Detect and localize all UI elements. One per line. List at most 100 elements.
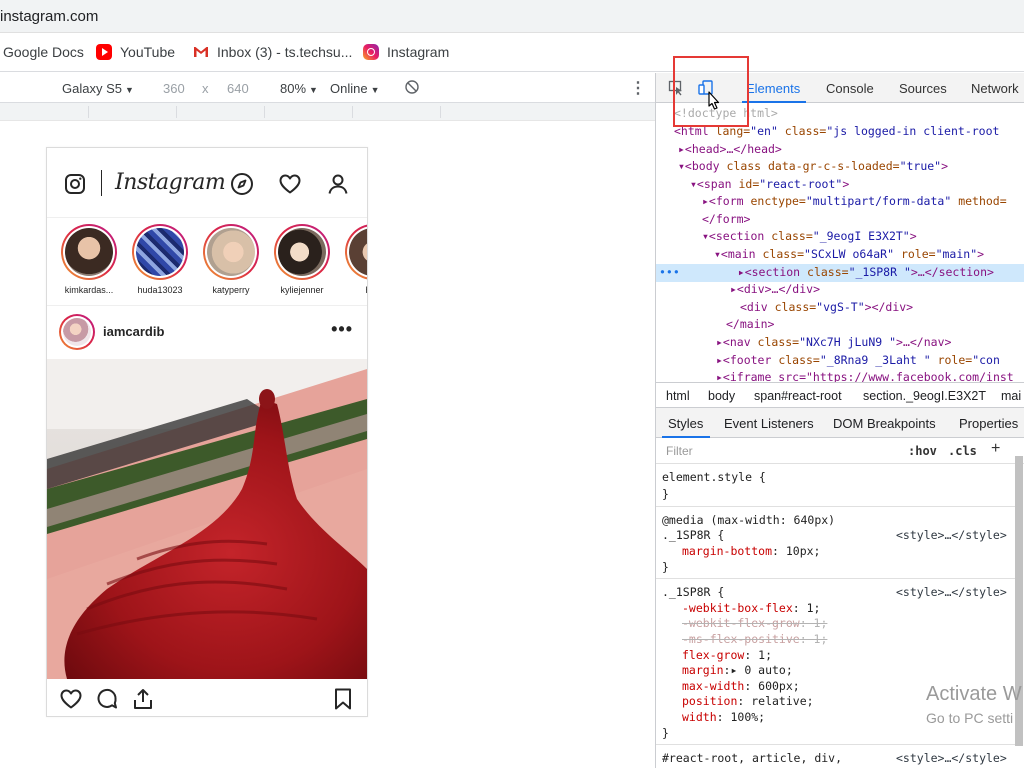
rule-selector[interactable]: #react-root, article, div, <box>662 751 842 767</box>
story-item[interactable]: hud <box>341 224 367 295</box>
css-declaration[interactable]: max-width: 600px; <box>682 679 800 695</box>
new-style-rule-button[interactable]: + <box>991 440 1000 458</box>
node-actions-icon: ••• <box>659 265 680 279</box>
hov-toggle[interactable]: :hov <box>908 444 937 458</box>
activate-windows-watermark: Activate W Go to PC setti <box>926 683 1022 726</box>
story-item[interactable]: katyperry <box>199 224 263 295</box>
dom-node[interactable]: ▾<span id="react-root"> <box>690 176 849 194</box>
dom-node[interactable]: ▾<body class data-gr-c-s-loaded="true"> <box>678 158 948 176</box>
rule-selector[interactable]: ._1SP8R { <box>662 585 724 601</box>
dom-node[interactable]: ▸<head>…</head> <box>678 141 782 159</box>
styles-tabbar: Styles Event Listeners DOM Breakpoints P… <box>656 408 1024 438</box>
device-width[interactable]: 360 <box>163 81 185 96</box>
instagram-icon <box>363 44 379 60</box>
stories-tray[interactable]: kimkardas... huda13023 katyperry kylieje… <box>47 218 367 306</box>
breadcrumb-item[interactable]: body <box>708 389 735 403</box>
dom-node-selected[interactable]: ••• ▸<section class="_1SP8R ">…</section> <box>656 264 1024 282</box>
css-declaration-overridden[interactable]: -webkit-flex-grow: 1; <box>682 616 827 632</box>
rule-selector[interactable]: ._1SP8R { <box>662 528 724 544</box>
dom-node[interactable]: ▸<footer class="_8Rna9 _3Laht " role="co… <box>716 352 1000 370</box>
bookmark-instagram[interactable]: Instagram <box>363 44 449 60</box>
network-value: Online <box>330 81 368 96</box>
dom-node[interactable]: </form> <box>702 211 750 229</box>
dom-node[interactable]: <div class="vgS-T"></div> <box>740 299 913 317</box>
post-username[interactable]: iamcardib <box>103 324 164 339</box>
bookmark-google-docs[interactable]: Google Docs <box>3 44 84 60</box>
rule-source-link[interactable]: <style>…</style> <box>896 528 1007 544</box>
css-declaration-overridden[interactable]: -ms-flex-positive: 1; <box>682 632 827 648</box>
story-item[interactable]: kyliejenner <box>270 224 334 295</box>
css-declaration[interactable]: flex-grow: 1; <box>682 648 772 664</box>
tab-styles[interactable]: Styles <box>668 416 703 431</box>
story-username: kyliejenner <box>280 285 324 295</box>
device-select[interactable]: Galaxy S5 ▼ <box>62 81 134 96</box>
tab-network[interactable]: Network <box>971 81 1019 96</box>
dom-node[interactable]: ▾<section class="_9eogI E3X2T"> <box>702 228 917 246</box>
filter-input[interactable]: Filter <box>666 444 693 458</box>
story-username: katyperry <box>212 285 250 295</box>
ruler-tick <box>352 106 353 118</box>
tab-sources[interactable]: Sources <box>899 81 947 96</box>
camera-icon[interactable] <box>63 172 87 196</box>
url-text[interactable]: instagram.com <box>0 8 98 25</box>
css-declaration[interactable]: margin-bottom: 10px; <box>682 544 820 560</box>
rule-source-link[interactable]: <style>…</style> <box>896 751 1007 767</box>
more-options-icon[interactable]: ••• <box>331 319 353 340</box>
css-declaration[interactable]: -webkit-box-flex: 1; <box>682 601 820 617</box>
mouse-cursor-icon <box>704 91 722 118</box>
explore-icon[interactable] <box>230 172 254 196</box>
css-declaration[interactable]: margin:▸ 0 auto; <box>682 663 793 679</box>
caret-down-icon: ▼ <box>124 85 134 95</box>
tab-properties[interactable]: Properties <box>959 416 1018 431</box>
comment-icon[interactable] <box>95 687 119 714</box>
instagram-phone-frame: Instagram kimkardas... huda13023 katyper… <box>46 147 368 717</box>
rule-close: } <box>662 487 669 501</box>
address-bar[interactable]: instagram.com <box>0 0 1024 33</box>
dom-node[interactable]: ▸<div>…</div> <box>730 281 820 299</box>
dimension-times: x <box>202 81 209 96</box>
css-declaration[interactable]: width: 100%; <box>682 710 765 726</box>
tab-dom-breakpoints[interactable]: DOM Breakpoints <box>833 416 936 431</box>
dom-node[interactable]: </main> <box>726 316 774 334</box>
css-declaration[interactable]: position: relative; <box>682 694 814 710</box>
cls-toggle[interactable]: .cls <box>948 444 977 458</box>
post-image[interactable] <box>47 359 367 679</box>
post-avatar[interactable] <box>59 314 95 350</box>
story-username: kimkardas... <box>64 285 114 295</box>
instagram-logo[interactable]: Instagram <box>115 170 226 195</box>
tab-event-listeners[interactable]: Event Listeners <box>724 416 814 431</box>
breadcrumb: html body span#react-root section._9eogI… <box>656 382 1024 408</box>
network-select[interactable]: Online ▼ <box>330 81 380 96</box>
rotate-icon[interactable] <box>404 79 420 98</box>
device-toolbar: Galaxy S5 ▼ 360 x 640 80% ▼ Online ▼ ⋮ <box>0 73 655 103</box>
post-actions-bar <box>47 679 367 716</box>
devtools-panel: Elements Console Sources Network <!docty… <box>655 73 1024 768</box>
profile-icon[interactable] <box>326 172 350 196</box>
rule-source-link[interactable]: <style>…</style> <box>896 585 1007 601</box>
story-item[interactable]: huda13023 <box>128 224 192 295</box>
tab-elements[interactable]: Elements <box>746 81 800 96</box>
bookmark-inbox[interactable]: Inbox (3) - ts.techsu... <box>193 44 352 60</box>
heart-icon[interactable] <box>278 172 302 196</box>
breadcrumb-item[interactable]: span#react-root <box>754 389 842 403</box>
bookmark-label: Google Docs <box>3 44 84 60</box>
device-height[interactable]: 640 <box>227 81 249 96</box>
breadcrumb-item[interactable]: html <box>666 389 690 403</box>
breadcrumb-item[interactable]: section._9eogI.E3X2T <box>863 389 986 403</box>
tab-console[interactable]: Console <box>826 81 874 96</box>
bookmark-youtube[interactable]: YouTube <box>96 44 175 60</box>
more-options-icon[interactable]: ⋮ <box>630 78 646 98</box>
like-icon[interactable] <box>59 687 83 714</box>
ruler-tick <box>264 106 265 118</box>
breadcrumb-item[interactable]: mai <box>1001 389 1021 403</box>
zoom-value: 80% <box>280 81 307 96</box>
dom-node[interactable]: ▸<nav class="NXc7H jLuN9 ">…</nav> <box>716 334 951 352</box>
bookmark-icon[interactable] <box>331 687 355 714</box>
rule-selector[interactable]: element.style { <box>662 470 766 486</box>
zoom-select[interactable]: 80% ▼ <box>280 81 318 96</box>
dom-node[interactable]: ▸<form enctype="multipart/form-data" met… <box>702 193 1007 211</box>
dom-node[interactable]: ▾<main class="SCxLW o64aR" role="main"> <box>714 246 984 264</box>
ruler-tick <box>176 106 177 118</box>
story-item[interactable]: kimkardas... <box>57 224 121 295</box>
share-icon[interactable] <box>131 687 155 714</box>
